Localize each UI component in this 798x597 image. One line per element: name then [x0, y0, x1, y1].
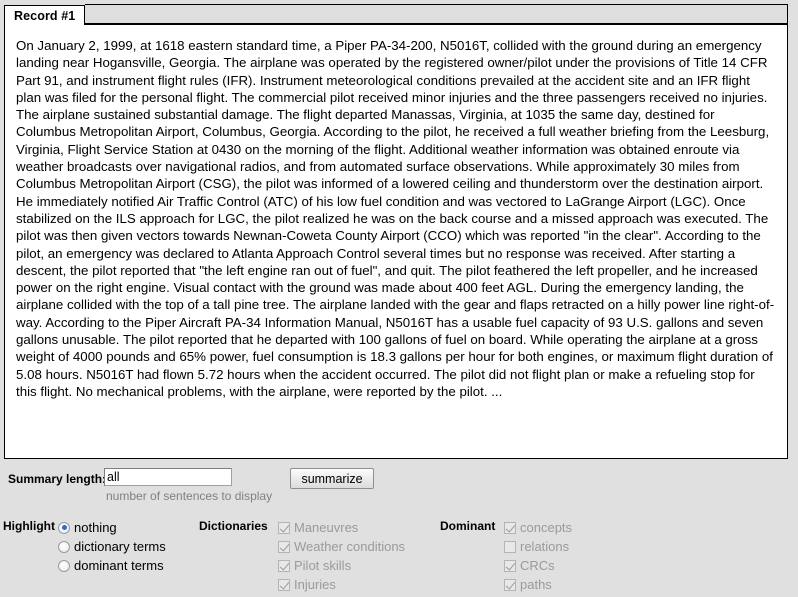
dominant-option-label: paths	[520, 577, 552, 592]
dominant-option-label: relations	[520, 539, 570, 554]
highlight-group-title: Highlight	[3, 519, 55, 533]
tab-strip: Record #1	[4, 3, 788, 25]
dominant-option-crcs: CRCs	[504, 556, 572, 575]
record-text-panel[interactable]: On January 2, 1999, at 1618 eastern stan…	[4, 24, 788, 459]
tab-strip-filler	[85, 4, 788, 24]
highlight-option-dictionary-terms[interactable]: dictionary terms	[58, 537, 166, 556]
dictionaries-option-list: Maneuvres Weather conditions Pilot skill…	[278, 518, 405, 594]
dictionaries-group-title: Dictionaries	[199, 519, 268, 533]
dictionaries-option-pilot-skills: Pilot skills	[278, 556, 405, 575]
record-tabbed-pane: Record #1 On January 2, 1999, at 1618 ea…	[4, 3, 788, 459]
checkbox-icon	[504, 540, 516, 553]
summary-length-row: Summary length: number of sentences to d…	[0, 466, 798, 503]
controls-area: Summary length: number of sentences to d…	[0, 466, 798, 596]
dominant-option-label: concepts	[520, 520, 573, 535]
highlight-option-label: nothing	[74, 520, 117, 535]
checkbox-icon	[504, 559, 516, 572]
radio-icon[interactable]	[58, 559, 70, 572]
dictionaries-option-label: Maneuvres	[294, 520, 359, 535]
radio-icon[interactable]	[58, 540, 70, 553]
dictionaries-option-label: Weather conditions	[294, 539, 406, 554]
dictionaries-option-label: Injuries	[294, 577, 336, 592]
dominant-option-paths: paths	[504, 575, 572, 594]
summary-length-label: Summary length:	[8, 472, 107, 486]
radio-icon[interactable]	[58, 521, 70, 534]
dominant-option-list: concepts relations CRCs paths	[504, 518, 572, 594]
dictionaries-option-maneuvres: Maneuvres	[278, 518, 405, 537]
dominant-option-label: CRCs	[520, 558, 555, 573]
dictionaries-option-injuries: Injuries	[278, 575, 405, 594]
highlight-option-list: nothing dictionary terms dominant terms	[58, 518, 166, 575]
highlight-option-dominant-terms[interactable]: dominant terms	[58, 556, 166, 575]
highlight-option-label: dominant terms	[74, 558, 164, 573]
checkbox-icon	[504, 578, 516, 591]
summarize-button[interactable]: summarize	[290, 468, 374, 489]
dominant-option-concepts: concepts	[504, 518, 572, 537]
dominant-group-title: Dominant	[440, 519, 496, 533]
checkbox-icon	[278, 521, 290, 534]
checkbox-icon	[278, 578, 290, 591]
summary-length-hint: number of sentences to display	[106, 489, 273, 503]
dictionaries-option-weather-conditions: Weather conditions	[278, 537, 405, 556]
highlight-option-label: dictionary terms	[74, 539, 166, 554]
options-row: Highlight nothing dictionary terms domin…	[0, 518, 798, 596]
record-text-body: On January 2, 1999, at 1618 eastern stan…	[16, 38, 777, 399]
summary-length-input[interactable]	[104, 468, 232, 486]
dominant-option-relations: relations	[504, 537, 572, 556]
checkbox-icon	[504, 521, 516, 534]
dictionaries-option-label: Pilot skills	[294, 558, 352, 573]
checkbox-icon	[278, 559, 290, 572]
tab-record-1[interactable]: Record #1	[4, 5, 86, 25]
checkbox-icon	[278, 540, 290, 553]
highlight-option-nothing[interactable]: nothing	[58, 518, 166, 537]
